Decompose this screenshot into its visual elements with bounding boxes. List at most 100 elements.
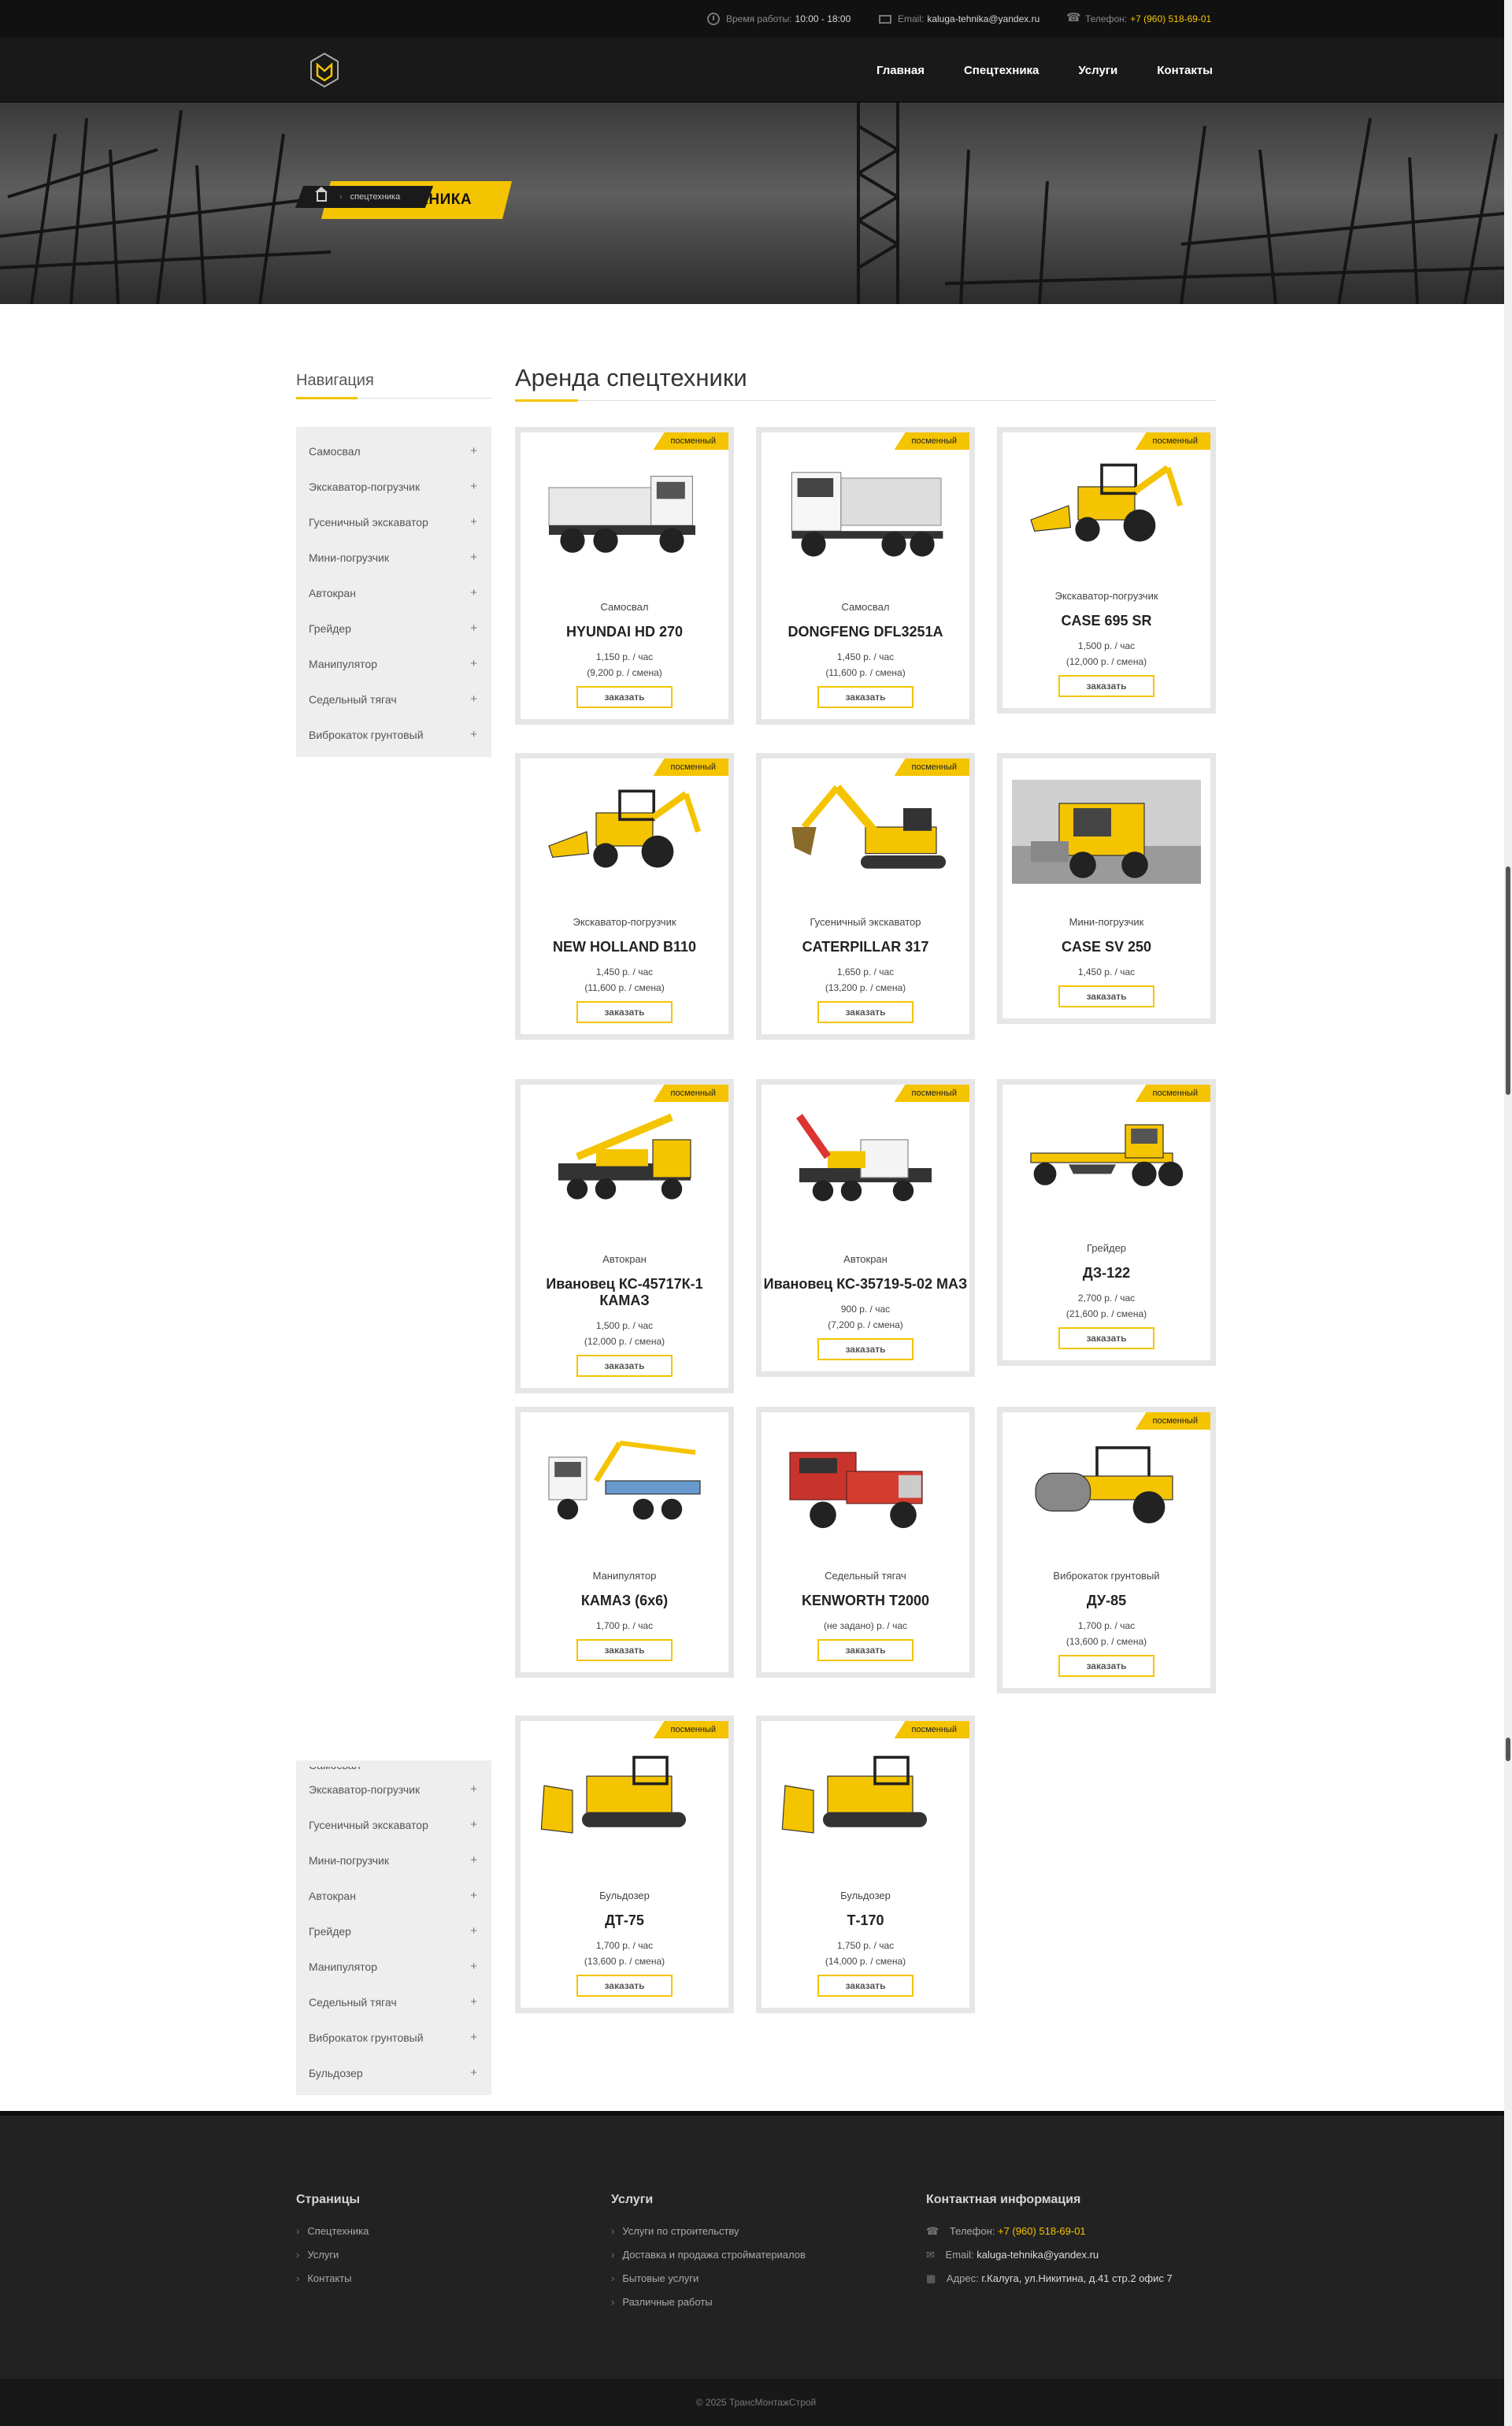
plus-icon[interactable]: +: [470, 728, 477, 741]
home-icon[interactable]: [317, 192, 327, 202]
plus-icon[interactable]: +: [470, 621, 477, 635]
sidebar-item-b7[interactable]: Седельный тягач +: [296, 1984, 491, 2020]
order-button[interactable]: заказать: [576, 1975, 673, 1997]
product-name[interactable]: HYUNDAI HD 270: [521, 624, 728, 640]
sidebar-item-b3[interactable]: Мини-погрузчик +: [296, 1842, 491, 1878]
product-name[interactable]: КАМАЗ (6x6): [521, 1593, 728, 1609]
sidebar-item-4[interactable]: Мини-погрузчик +: [296, 540, 491, 575]
product-image[interactable]: [521, 759, 728, 905]
plus-icon[interactable]: +: [470, 551, 477, 564]
nav-home[interactable]: Главная: [876, 64, 925, 77]
product-image[interactable]: [762, 1721, 969, 1879]
order-button[interactable]: заказать: [576, 1355, 673, 1377]
plus-icon[interactable]: +: [470, 1995, 477, 2009]
plus-icon[interactable]: +: [470, 1960, 477, 1973]
sidebar-item-b5[interactable]: Грейдер +: [296, 1913, 491, 1949]
order-button[interactable]: заказать: [817, 1975, 914, 1997]
scrollbar-thumb[interactable]: [1506, 866, 1510, 1095]
order-button[interactable]: заказать: [576, 1639, 673, 1661]
footer-service-link-4[interactable]: › Различные работы: [611, 2291, 806, 2314]
product-image[interactable]: [762, 1085, 969, 1242]
footer-page-link-3[interactable]: › Контакты: [296, 2267, 369, 2291]
plus-icon[interactable]: +: [470, 480, 477, 493]
product-name[interactable]: ДУ-85: [1002, 1593, 1210, 1609]
footer-page-link-2[interactable]: › Услуги: [296, 2243, 369, 2267]
product-name[interactable]: CASE 695 SR: [1002, 613, 1210, 629]
scrollbar[interactable]: [1504, 0, 1512, 2426]
product-image[interactable]: [1002, 1085, 1210, 1231]
sidebar-item-1[interactable]: Самосвал +: [296, 433, 491, 469]
product-image[interactable]: [1002, 432, 1210, 579]
plus-icon[interactable]: +: [470, 657, 477, 670]
plus-icon[interactable]: +: [470, 2031, 477, 2044]
plus-icon[interactable]: +: [470, 1782, 477, 1796]
footer-email-link[interactable]: kaluga-tehnika@yandex.ru: [976, 2249, 1099, 2261]
phone-link[interactable]: +7 (960) 518-69-01: [1130, 13, 1211, 24]
order-button[interactable]: заказать: [817, 686, 914, 708]
product-name[interactable]: Ивановец КС-45717К-1 КАМАЗ: [521, 1276, 728, 1309]
nav-equipment[interactable]: Спецтехника: [964, 64, 1039, 77]
sidebar-item-5[interactable]: Автокран +: [296, 575, 491, 610]
sidebar-item-9[interactable]: Виброкаток грунтовый +: [296, 717, 491, 752]
product-shift-price: (13,600 р. / смена): [1065, 1636, 1147, 1647]
footer-page-link-1[interactable]: › Спецтехника: [296, 2220, 369, 2243]
sidebar-item-2[interactable]: Экскаватор-погрузчик +: [296, 469, 491, 504]
email-link[interactable]: kaluga-tehnika@yandex.ru: [927, 13, 1040, 24]
product-name[interactable]: DONGFENG DFL3251A: [762, 624, 969, 640]
nav-contacts[interactable]: Контакты: [1157, 64, 1213, 77]
sidebar-item-b8[interactable]: Виброкаток грунтовый +: [296, 2020, 491, 2055]
product-name[interactable]: ДТ-75: [521, 1912, 728, 1929]
order-button[interactable]: заказать: [1058, 1327, 1154, 1349]
product-image[interactable]: [521, 1721, 728, 1879]
product-image[interactable]: [521, 432, 728, 590]
order-button[interactable]: заказать: [1058, 985, 1154, 1007]
order-button[interactable]: заказать: [1058, 1655, 1154, 1677]
product-image[interactable]: [762, 1412, 969, 1559]
sidebar-item-6[interactable]: Грейдер +: [296, 610, 491, 646]
sidebar-menu: Самосвал + Экскаватор-погрузчик + Гусеничный…: [296, 427, 491, 757]
sidebar-item-b1[interactable]: Экскаватор-погрузчик +: [296, 1771, 491, 1807]
plus-icon[interactable]: +: [470, 1818, 477, 1831]
footer-service-link-3[interactable]: › Бытовые услуги: [611, 2267, 806, 2291]
plus-icon[interactable]: +: [470, 444, 477, 458]
footer-service-link-1[interactable]: › Услуги по строительству: [611, 2220, 806, 2243]
sidebar-item-b9[interactable]: Бульдозер +: [296, 2055, 491, 2090]
plus-icon[interactable]: +: [470, 515, 477, 529]
order-button[interactable]: заказать: [817, 1338, 914, 1360]
order-button[interactable]: заказать: [1058, 675, 1154, 697]
product-image[interactable]: [1002, 1412, 1210, 1559]
product-name[interactable]: CASE SV 250: [1002, 939, 1210, 955]
product-image[interactable]: [521, 1412, 728, 1559]
sidebar-item-b6[interactable]: Манипулятор +: [296, 1949, 491, 1984]
footer-phone-link[interactable]: +7 (960) 518-69-01: [998, 2225, 1086, 2237]
footer-service-link-label: Услуги по строительству: [622, 2225, 739, 2237]
sidebar-item-3[interactable]: Гусеничный экскаватор +: [296, 504, 491, 540]
order-button[interactable]: заказать: [817, 1001, 914, 1023]
product-name[interactable]: NEW HOLLAND B110: [521, 939, 728, 955]
product-name[interactable]: ДЗ-122: [1002, 1265, 1210, 1282]
plus-icon[interactable]: +: [470, 1924, 477, 1938]
product-name[interactable]: Ивановец КС-35719-5-02 МАЗ: [762, 1276, 969, 1293]
sidebar-item-b2[interactable]: Гусеничный экскаватор +: [296, 1807, 491, 1842]
product-image[interactable]: [1002, 759, 1210, 905]
product-image[interactable]: [521, 1085, 728, 1242]
sidebar-item-8[interactable]: Седельный тягач +: [296, 681, 491, 717]
plus-icon[interactable]: +: [470, 1889, 477, 1902]
product-image[interactable]: [762, 432, 969, 590]
order-button[interactable]: заказать: [817, 1639, 914, 1661]
nav-services[interactable]: Услуги: [1078, 64, 1117, 77]
logo[interactable]: [309, 52, 340, 88]
sidebar-item-7[interactable]: Манипулятор +: [296, 646, 491, 681]
product-name[interactable]: Т-170: [762, 1912, 969, 1929]
product-name[interactable]: KENWORTH T2000: [762, 1593, 969, 1609]
plus-icon[interactable]: +: [470, 1853, 477, 1867]
plus-icon[interactable]: +: [470, 586, 477, 599]
plus-icon[interactable]: +: [470, 692, 477, 706]
footer-service-link-2[interactable]: › Доставка и продажа стройматериалов: [611, 2243, 806, 2267]
order-button[interactable]: заказать: [576, 1001, 673, 1023]
order-button[interactable]: заказать: [576, 686, 673, 708]
plus-icon[interactable]: +: [470, 2066, 477, 2079]
sidebar-item-b4[interactable]: Автокран +: [296, 1878, 491, 1913]
product-name[interactable]: CATERPILLAR 317: [762, 939, 969, 955]
product-image[interactable]: [762, 759, 969, 905]
